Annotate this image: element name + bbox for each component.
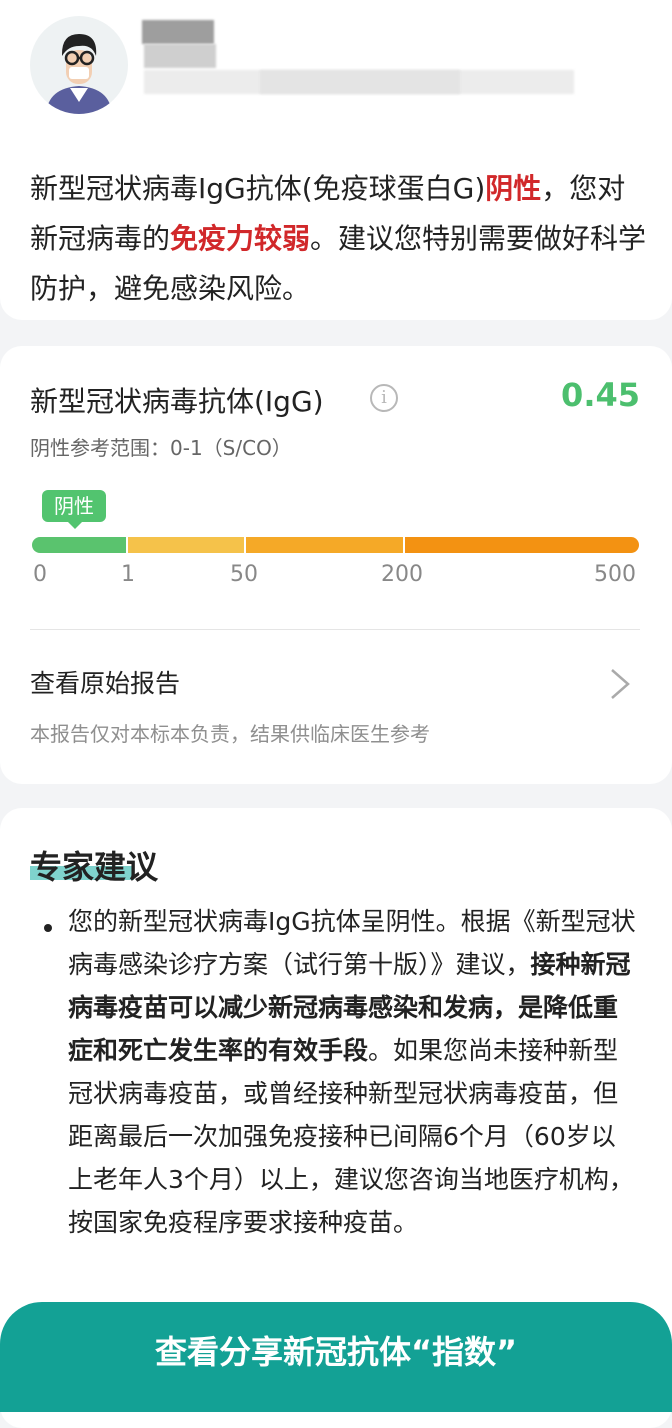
result-summary: 新型冠状病毒IgG抗体(免疫球蛋白G)阴性，您对新冠病毒的免疫力较弱。建议您特别… bbox=[30, 172, 647, 305]
chevron-right-icon bbox=[611, 669, 630, 699]
expert-title: 专家建议 bbox=[30, 848, 159, 886]
reference-range: 阴性参考范围：0-1（S/CO） bbox=[30, 436, 292, 460]
scale-segment-negative bbox=[32, 537, 126, 553]
scale-tick: 1 bbox=[121, 562, 135, 587]
scale-tick: 200 bbox=[381, 562, 423, 587]
username-blur bbox=[144, 44, 216, 68]
scale-tick: 500 bbox=[594, 562, 636, 587]
view-report-label: 查看原始报告 bbox=[30, 669, 181, 698]
report-disclaimer: 本报告仅对本标本负责，结果供临床医生参考 bbox=[30, 722, 430, 746]
info-icon[interactable]: i bbox=[370, 384, 398, 412]
divider bbox=[30, 629, 640, 630]
result-negative: 阴性 bbox=[485, 172, 542, 205]
bullet-dot bbox=[44, 924, 52, 932]
result-badge: 阴性 bbox=[42, 490, 106, 529]
subtitle-blur bbox=[260, 70, 460, 94]
antibody-value: 0.45 bbox=[561, 376, 640, 414]
summary-card: 新型冠状病毒IgG抗体(免疫球蛋白G)阴性，您对新冠病毒的免疫力较弱。建议您特别… bbox=[0, 0, 672, 320]
advice-text: 您的新型冠状病毒IgG抗体呈阴性。根据《新型冠状病毒感染诊疗方案（试行第十版）》… bbox=[68, 907, 636, 1237]
scale-tick: 50 bbox=[230, 562, 258, 587]
avatar bbox=[30, 16, 128, 114]
result-card: 新型冠状病毒抗体(IgG) i 0.45 阴性参考范围：0-1（S/CO） 阴性… bbox=[0, 346, 672, 784]
scale-segment-high bbox=[405, 537, 639, 553]
immunity-weak: 免疫力较弱 bbox=[170, 222, 311, 255]
username-blur bbox=[142, 20, 214, 44]
scale-segment-low bbox=[128, 537, 244, 553]
scale-segment-mid bbox=[246, 537, 403, 553]
antibody-title: 新型冠状病毒抗体(IgG) bbox=[30, 385, 324, 418]
share-antibody-index-button[interactable]: 查看分享新冠抗体“指数” bbox=[0, 1302, 672, 1412]
result-header: 新型冠状病毒抗体(IgG) i 0.45 bbox=[30, 376, 640, 420]
scale-tick: 0 bbox=[33, 562, 47, 587]
